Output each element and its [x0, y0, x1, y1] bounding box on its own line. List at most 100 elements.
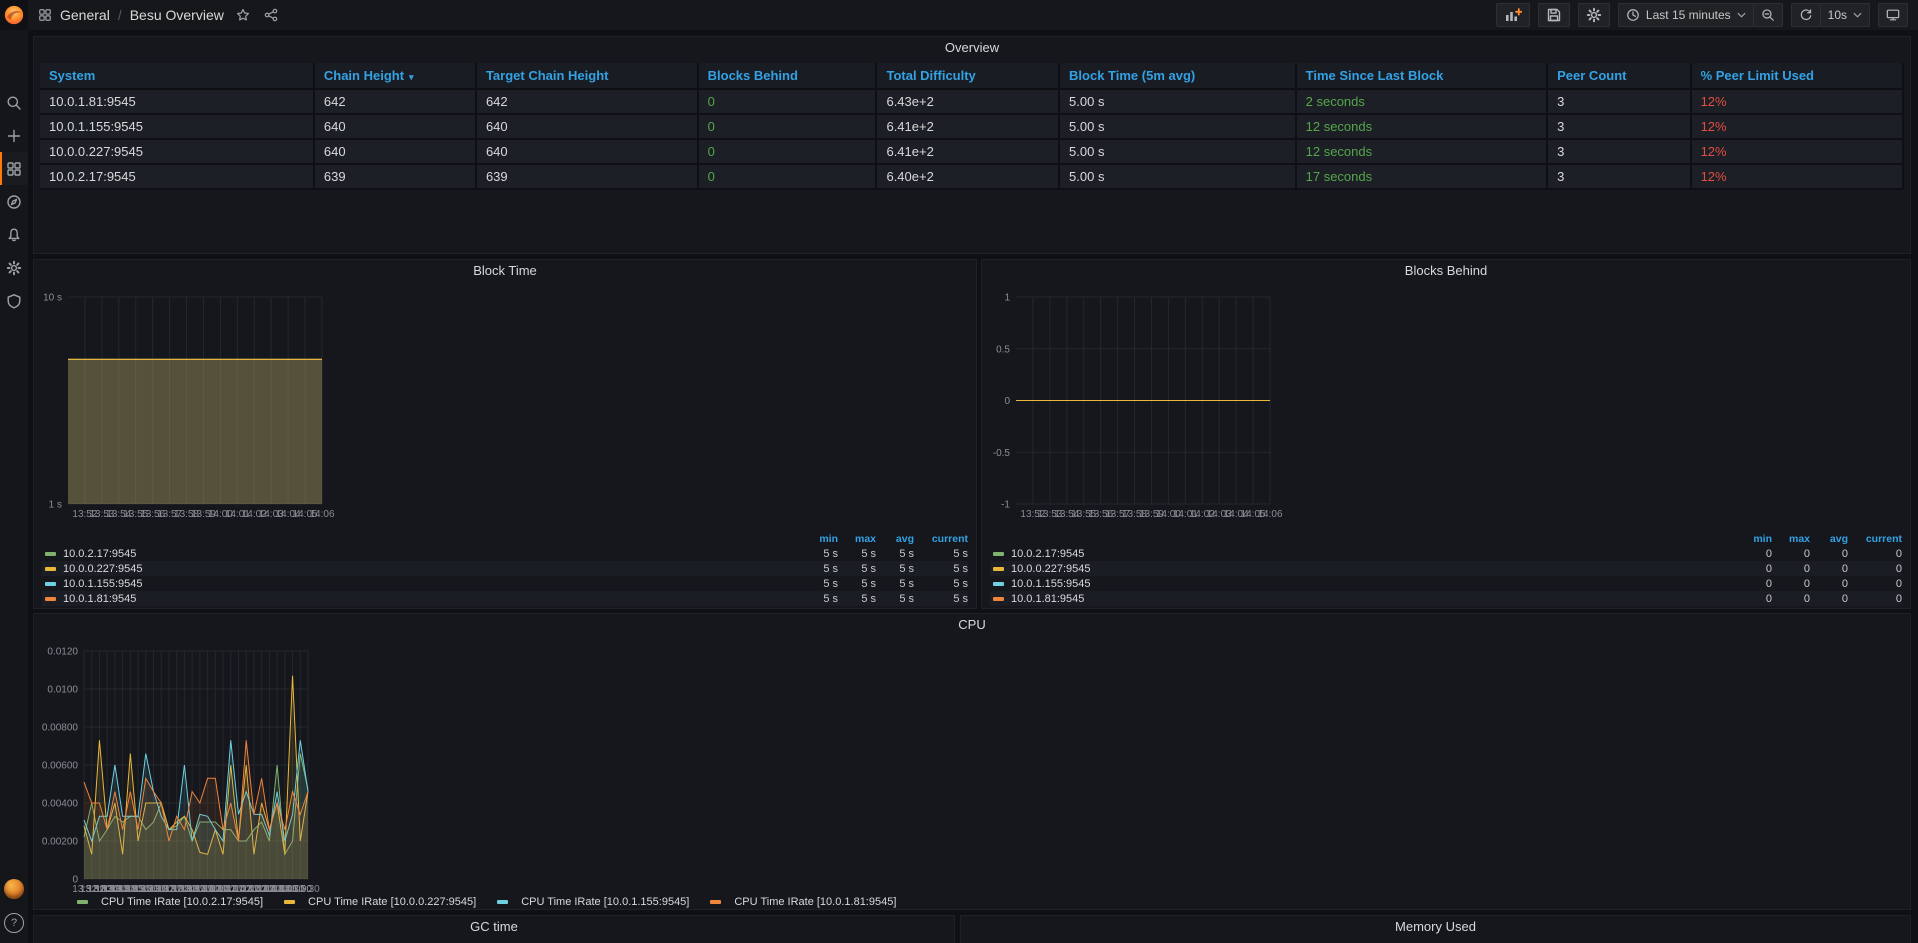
svg-text:0.0100: 0.0100 — [47, 685, 78, 696]
legend-stat-header-max[interactable]: max — [838, 533, 876, 545]
legend-stat-header-current[interactable]: current — [1848, 533, 1902, 545]
breadcrumb-section[interactable]: General — [60, 7, 110, 23]
block-time-panel-title[interactable]: Block Time — [34, 260, 976, 282]
legend-item[interactable]: CPU Time IRate [10.0.0.227:9545] — [281, 896, 476, 908]
legend-series-name[interactable]: 10.0.2.17:9545 — [1011, 548, 1734, 560]
clock-icon — [1626, 8, 1640, 22]
legend-stat-value: 5 s — [838, 563, 876, 575]
legend-swatch — [284, 900, 295, 904]
legend-series-name[interactable]: 10.0.1.155:9545 — [63, 578, 800, 590]
legend-series-name[interactable]: 10.0.1.81:9545 — [1011, 593, 1734, 605]
gc-time-panel-title[interactable]: GC time — [34, 916, 954, 938]
time-controls: Last 15 minutes — [1618, 3, 1783, 27]
table-header-total_difficulty[interactable]: Total Difficulty — [876, 63, 1059, 89]
table-header-peer_limit_used[interactable]: % Peer Limit Used — [1691, 63, 1903, 89]
table-cell-chain_height: 642 — [314, 89, 476, 114]
legend-stat-header-max[interactable]: max — [1772, 533, 1810, 545]
legend-series-name[interactable]: 10.0.1.155:9545 — [1011, 578, 1734, 590]
cpu-legend: CPU Time IRate [10.0.2.17:9545] CPU Time … — [74, 896, 1900, 908]
legend-stat-header-min[interactable]: min — [800, 533, 838, 545]
table-header-block_time[interactable]: Block Time (5m avg) — [1059, 63, 1296, 89]
refresh-interval-select[interactable]: 10s — [1820, 3, 1870, 27]
user-avatar[interactable] — [4, 879, 24, 899]
table-header-chain_height[interactable]: Chain Height▾ — [314, 63, 476, 89]
legend-series-name[interactable]: 10.0.1.81:9545 — [63, 593, 800, 605]
table-cell-blocks_behind: 0 — [698, 164, 877, 189]
svg-text:10 s: 10 s — [43, 293, 62, 304]
legend-item[interactable]: CPU Time IRate [10.0.2.17:9545] — [74, 896, 263, 908]
legend-stat-value: 0 — [1734, 578, 1772, 590]
blocks-behind-panel-title[interactable]: Blocks Behind — [982, 260, 1910, 282]
sidebar-item-dashboards[interactable] — [0, 152, 28, 185]
grafana-logo[interactable] — [0, 0, 28, 30]
legend-stat-header-avg[interactable]: avg — [876, 533, 914, 545]
legend-stat-value: 5 s — [914, 548, 968, 560]
navbar: General / Besu Overview Last 15 minutes — [28, 0, 1918, 30]
cycle-view-button[interactable] — [1878, 3, 1908, 27]
legend-stat-header-avg[interactable]: avg — [1810, 533, 1848, 545]
legend-stat-value: 0 — [1848, 563, 1902, 575]
blocks-behind-chart[interactable]: 10.50-0.5-113:5213:5313:5413:5513:5613:5… — [986, 286, 1286, 530]
monitor-icon — [1886, 8, 1900, 22]
breadcrumb-title[interactable]: Besu Overview — [130, 7, 224, 23]
refresh-button[interactable] — [1791, 3, 1821, 27]
dashboard-settings-button[interactable] — [1578, 3, 1610, 27]
legend-stats-header: minmaxavgcurrent — [42, 532, 968, 546]
save-dashboard-button[interactable] — [1538, 3, 1570, 27]
column-label: Block Time (5m avg) — [1069, 68, 1195, 83]
sidebar-item-search[interactable] — [0, 86, 28, 119]
legend-item[interactable]: CPU Time IRate [10.0.1.155:9545] — [494, 896, 689, 908]
legend-stat-value: 5 s — [838, 548, 876, 560]
sidebar-item-explore[interactable] — [0, 185, 28, 218]
table-cell-peer_count: 3 — [1547, 114, 1690, 139]
memory-used-panel-title[interactable]: Memory Used — [961, 916, 1910, 938]
legend-stat-value: 0 — [1734, 593, 1772, 605]
legend-stat-header-current[interactable]: current — [914, 533, 968, 545]
svg-text:-0.5: -0.5 — [993, 448, 1011, 459]
block-time-chart[interactable]: 10 s1 s13:5213:5313:5413:5513:5613:5713:… — [38, 286, 338, 530]
legend-series-name: CPU Time IRate [10.0.1.81:9545] — [734, 896, 896, 908]
help-icon[interactable]: ? — [4, 913, 24, 933]
legend-stat-header-min[interactable]: min — [1734, 533, 1772, 545]
legend-row: 10.0.1.81:95455 s5 s5 s5 s — [42, 591, 968, 606]
sidebar-item-create[interactable] — [0, 119, 28, 152]
legend-item[interactable]: CPU Time IRate [10.0.1.81:9545] — [707, 896, 896, 908]
table-header-peer_count[interactable]: Peer Count — [1547, 63, 1690, 89]
cpu-chart[interactable]: 0.01200.01000.008000.006000.004000.00200… — [38, 636, 338, 894]
cpu-panel-title[interactable]: CPU — [34, 614, 1910, 636]
table-header-target_chain_height[interactable]: Target Chain Height — [476, 63, 698, 89]
legend-stat-value: 5 s — [838, 593, 876, 605]
legend-swatch — [497, 900, 508, 904]
legend-stat-value: 5 s — [876, 563, 914, 575]
time-range-picker[interactable]: Last 15 minutes — [1618, 3, 1754, 27]
share-icon[interactable] — [264, 8, 278, 22]
table-cell-blocks_behind: 0 — [698, 89, 877, 114]
add-panel-button[interactable] — [1496, 3, 1530, 27]
table-cell-target_chain_height: 640 — [476, 114, 698, 139]
legend-series-name[interactable]: 10.0.2.17:9545 — [63, 548, 800, 560]
dashboard-icon — [38, 8, 52, 22]
zoom-out-button[interactable] — [1753, 3, 1783, 27]
overview-panel-title[interactable]: Overview — [34, 37, 1910, 59]
table-header-blocks_behind[interactable]: Blocks Behind — [698, 63, 877, 89]
table-header-time_since_last_block[interactable]: Time Since Last Block — [1296, 63, 1548, 89]
svg-text:0: 0 — [1004, 396, 1010, 407]
navbar-actions: Last 15 minutes 10s — [1496, 3, 1908, 27]
table-header-system[interactable]: System — [40, 63, 314, 89]
legend-series-name[interactable]: 10.0.0.227:9545 — [63, 563, 800, 575]
star-icon[interactable] — [236, 8, 250, 22]
sidebar-item-configuration[interactable] — [0, 251, 28, 284]
zoom-out-icon — [1761, 8, 1775, 22]
sidebar-item-alerting[interactable] — [0, 218, 28, 251]
save-icon — [1546, 7, 1562, 23]
refresh-controls: 10s — [1791, 3, 1870, 27]
blocks-behind-legend: minmaxavgcurrent10.0.2.17:9545000010.0.0… — [990, 532, 1902, 606]
legend-series-name[interactable]: 10.0.0.227:9545 — [1011, 563, 1734, 575]
memory-used-panel: Memory Used — [960, 915, 1911, 943]
legend-swatch — [993, 552, 1004, 556]
legend-row: 10.0.0.227:95455 s5 s5 s5 s — [42, 561, 968, 576]
legend-stat-value: 5 s — [914, 563, 968, 575]
table-cell-target_chain_height: 639 — [476, 164, 698, 189]
time-range-label: Last 15 minutes — [1646, 8, 1731, 22]
sidebar-item-server-admin[interactable] — [0, 284, 28, 317]
